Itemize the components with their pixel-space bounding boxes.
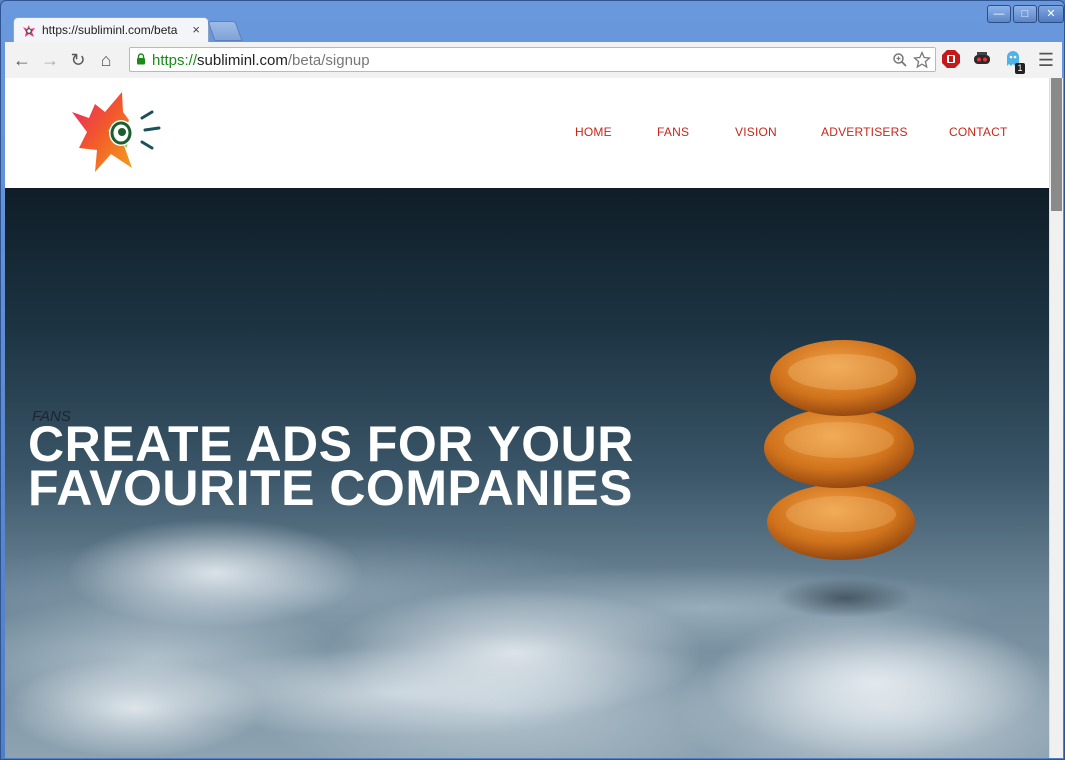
nav-fans[interactable]: FANS bbox=[657, 125, 689, 139]
nav-contact[interactable]: CONTACT bbox=[949, 125, 1008, 139]
browser-tab[interactable]: https://subliminl.com/beta × bbox=[13, 17, 209, 43]
home-icon[interactable]: ⌂ bbox=[95, 49, 117, 71]
scrollbar-thumb[interactable] bbox=[1051, 78, 1062, 211]
url-path: /beta/signup bbox=[287, 52, 370, 69]
stop-extension-icon[interactable] bbox=[941, 49, 961, 69]
page-viewport: HOME FANS VISION ADVERTISERS CONTACT FAN… bbox=[5, 78, 1049, 758]
extension-badge: 1 bbox=[1015, 63, 1025, 74]
tab-close-icon[interactable]: × bbox=[192, 22, 200, 37]
tab-title: https://subliminl.com/beta bbox=[42, 23, 178, 37]
lock-icon bbox=[137, 53, 145, 65]
nav-home[interactable]: HOME bbox=[575, 125, 612, 139]
zoom-icon[interactable] bbox=[892, 52, 908, 68]
donut-stack-image bbox=[764, 340, 916, 560]
minimize-button[interactable]: — bbox=[987, 5, 1011, 23]
mask-extension-icon[interactable] bbox=[972, 49, 992, 69]
donut-shadow bbox=[775, 578, 915, 618]
star-icon[interactable] bbox=[913, 51, 931, 69]
url-host: subliminl.com bbox=[197, 52, 288, 69]
cloud bbox=[705, 608, 1045, 758]
back-icon[interactable]: ← bbox=[11, 49, 33, 71]
menu-icon[interactable]: ☰ bbox=[1035, 49, 1057, 71]
hero-headline: CREATE ADS FOR YOUR FAVOURITE COMPANIES bbox=[28, 419, 634, 516]
maximize-button[interactable]: □ bbox=[1013, 5, 1037, 23]
subliminl-logo[interactable] bbox=[67, 90, 177, 175]
window-close-button[interactable]: ✕ bbox=[1038, 5, 1064, 23]
site-header: HOME FANS VISION ADVERTISERS CONTACT bbox=[5, 78, 1049, 188]
cloud bbox=[65, 518, 365, 628]
address-bar[interactable]: https://subliminl.com/beta/signup bbox=[129, 47, 936, 72]
forward-icon[interactable]: → bbox=[39, 49, 61, 71]
url-text: https://subliminl.com/beta/signup bbox=[152, 52, 370, 69]
new-tab-button[interactable] bbox=[207, 21, 243, 41]
nav-advertisers[interactable]: ADVERTISERS bbox=[821, 125, 908, 139]
cloud bbox=[155, 648, 635, 738]
browser-window: — □ ✕ https://subliminl.com/beta × ← → ↻… bbox=[0, 0, 1065, 760]
hero-banner: FANS CREATE ADS FOR YOUR FAVOURITE COMPA… bbox=[5, 188, 1049, 758]
nav-vision[interactable]: VISION bbox=[735, 125, 777, 139]
url-scheme: https:// bbox=[152, 52, 198, 69]
favicon-icon bbox=[23, 25, 35, 37]
reload-icon[interactable]: ↻ bbox=[67, 49, 89, 71]
hero-headline-line2: FAVOURITE COMPANIES bbox=[28, 460, 633, 516]
browser-toolbar: ← → ↻ ⌂ https://subliminl.com/beta/signu… bbox=[5, 42, 1062, 79]
page-scrollbar[interactable] bbox=[1049, 78, 1063, 758]
